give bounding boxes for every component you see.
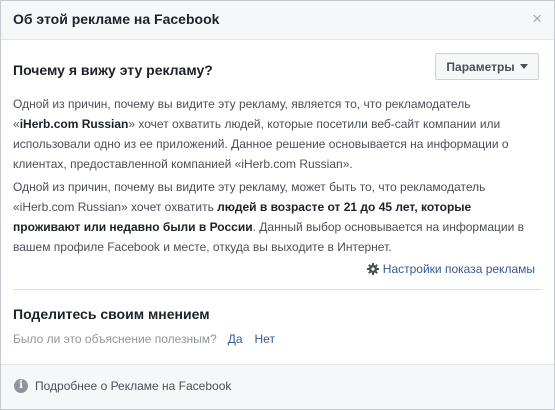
- why-heading: Почему я вижу эту рекламу?: [13, 62, 213, 78]
- dialog-footer: i Подробнее о Рекламе на Facebook: [1, 364, 554, 409]
- dialog-header: Об этой рекламе на Facebook ×: [1, 1, 554, 40]
- dialog-title: Об этой рекламе на Facebook: [13, 11, 220, 27]
- parameters-button[interactable]: Параметры: [435, 53, 539, 80]
- feedback-no-link[interactable]: Нет: [255, 332, 275, 346]
- gear-icon: [366, 263, 379, 275]
- learn-more-link[interactable]: Подробнее о Рекламе на Facebook: [35, 379, 231, 393]
- feedback-yes-link[interactable]: Да: [228, 332, 243, 346]
- caret-down-icon: [519, 64, 528, 69]
- reason-paragraph-1: Одной из причин, почему вы видите эту ре…: [13, 94, 538, 174]
- ad-preferences-label: Настройки показа рекламы: [382, 262, 535, 276]
- section-divider: [13, 289, 542, 290]
- feedback-row: Было ли это объяснение полезным? Да Нет: [13, 332, 275, 346]
- close-icon[interactable]: ×: [532, 10, 542, 27]
- parameters-button-label: Параметры: [446, 59, 515, 74]
- feedback-question: Было ли это объяснение полезным?: [13, 332, 217, 346]
- feedback-heading: Поделитесь своим мнением: [13, 306, 210, 322]
- advertiser-name: iHerb.com Russian: [19, 117, 129, 131]
- ad-info-dialog: Об этой рекламе на Facebook × Почему я в…: [0, 0, 555, 410]
- info-icon: i: [14, 379, 28, 393]
- ad-preferences-link[interactable]: Настройки показа рекламы: [366, 262, 535, 276]
- reason-paragraph-2: Одной из причин, почему вы видите эту ре…: [13, 177, 538, 257]
